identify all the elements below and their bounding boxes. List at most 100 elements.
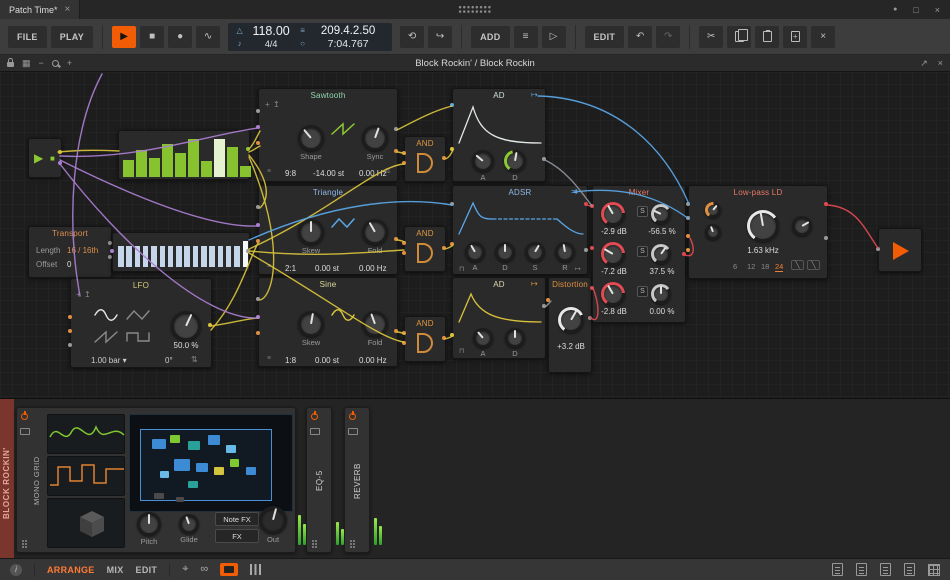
- value-field[interactable]: 1:8: [285, 356, 296, 366]
- cut-button[interactable]: ✂: [699, 26, 723, 48]
- redo-button[interactable]: ↷: [656, 26, 680, 48]
- automation-panel-icon[interactable]: [904, 563, 915, 576]
- step-bar[interactable]: [160, 246, 166, 267]
- module-gate-steps[interactable]: [112, 232, 250, 272]
- step-bar[interactable]: [243, 241, 249, 267]
- modulator-waveform-display-1[interactable]: [47, 414, 125, 454]
- knob[interactable]: [651, 244, 671, 264]
- port[interactable]: [682, 252, 686, 256]
- port[interactable]: [256, 331, 260, 335]
- note-fx-button[interactable]: Note FX: [215, 512, 259, 526]
- port[interactable]: [256, 205, 260, 209]
- knob[interactable]: [298, 125, 324, 151]
- knob[interactable]: [651, 204, 671, 224]
- step-bar[interactable]: [151, 246, 157, 267]
- value-field[interactable]: 0: [67, 260, 71, 270]
- port[interactable]: [394, 149, 398, 153]
- inspector-panel-icon[interactable]: [856, 563, 867, 576]
- port[interactable]: [58, 161, 62, 165]
- step-bar[interactable]: [162, 144, 173, 177]
- port[interactable]: [68, 315, 72, 319]
- port[interactable]: [686, 234, 690, 238]
- knob[interactable]: [362, 311, 388, 337]
- knob[interactable]: [298, 219, 324, 245]
- module-and-3[interactable]: AND: [404, 316, 446, 362]
- punch-in-button[interactable]: ↪: [428, 26, 452, 48]
- grid-canvas[interactable]: ▶■TransportLength16 / 16thOffset0LFO+↥50…: [0, 72, 950, 398]
- tab-arrange[interactable]: ARRANGE: [47, 565, 95, 575]
- port[interactable]: [402, 251, 406, 255]
- port[interactable]: [442, 336, 446, 340]
- port[interactable]: [590, 246, 594, 250]
- slope-option[interactable]: 24: [775, 262, 783, 272]
- knob[interactable]: [362, 125, 388, 151]
- step-bar[interactable]: [176, 246, 182, 267]
- knob[interactable]: [792, 216, 812, 236]
- value-field[interactable]: 0.00 Hz: [359, 356, 387, 366]
- port[interactable]: [450, 242, 454, 246]
- module-trigger-in[interactable]: ▶■: [28, 138, 62, 178]
- lfo-shape-tri-button[interactable]: [123, 305, 153, 325]
- value-field[interactable]: 0.00 st: [315, 264, 339, 274]
- step-bar[interactable]: [188, 139, 199, 177]
- knob[interactable]: [259, 506, 287, 534]
- loop-toggle-button[interactable]: ⟲: [400, 26, 424, 48]
- step-bar[interactable]: [149, 158, 160, 177]
- port[interactable]: [824, 236, 828, 240]
- value-field[interactable]: -2.8 dB: [593, 307, 635, 317]
- filter-mode-button[interactable]: ╲: [791, 260, 804, 270]
- knob[interactable]: [137, 512, 161, 536]
- mixer-view-icon[interactable]: [250, 564, 261, 575]
- step-bar[interactable]: [193, 246, 199, 267]
- song-position-value[interactable]: 209.4.2.50: [309, 25, 387, 37]
- file-menu-button[interactable]: FILE: [8, 26, 47, 48]
- add-menu-button[interactable]: ADD: [471, 26, 509, 48]
- value-field[interactable]: -14.00 st: [313, 169, 344, 179]
- port[interactable]: [824, 202, 828, 206]
- step-bar[interactable]: [123, 160, 134, 177]
- window-maximize-icon[interactable]: □: [913, 5, 918, 15]
- device-panel-icon[interactable]: [880, 563, 891, 576]
- port[interactable]: [256, 297, 260, 301]
- knob[interactable]: [298, 311, 324, 337]
- value-field[interactable]: 1.63 kHz: [741, 246, 785, 256]
- step-bar[interactable]: [218, 246, 224, 267]
- value-field[interactable]: 9:8: [285, 169, 296, 179]
- step-bar[interactable]: [135, 246, 141, 267]
- value-field[interactable]: +3.2 dB: [549, 342, 593, 352]
- step-bar[interactable]: [126, 246, 132, 267]
- port[interactable]: [542, 157, 546, 161]
- record-button[interactable]: ●: [168, 26, 192, 48]
- knob[interactable]: [555, 242, 575, 262]
- solo-button[interactable]: S: [637, 246, 648, 257]
- info-icon[interactable]: i: [10, 564, 22, 576]
- module-lfo[interactable]: LFO+↥50.0 %1.00 bar ▾0°⇅: [70, 278, 212, 368]
- link-views-icon[interactable]: ∞: [200, 564, 208, 575]
- step-bar[interactable]: [184, 246, 190, 267]
- port[interactable]: [208, 323, 212, 327]
- modulator-slot-display-3[interactable]: [47, 498, 125, 548]
- solo-button[interactable]: S: [637, 206, 648, 217]
- knob[interactable]: [601, 242, 625, 266]
- module-ad-1[interactable]: AD↦AD: [452, 88, 546, 182]
- port[interactable]: [246, 249, 250, 253]
- lfo-shape-sine-button[interactable]: [91, 305, 121, 325]
- slope-option[interactable]: 12: [747, 262, 755, 271]
- value-field[interactable]: 16 / 16th: [67, 246, 98, 256]
- module-triangle[interactable]: Triangle≡2:10.00 st0.00 HzSkewFold: [258, 185, 398, 275]
- module-sawtooth[interactable]: Sawtooth+↥≡⇅9:8-14.00 st0.00 HzShapeSync: [258, 88, 398, 182]
- knob[interactable]: [525, 242, 545, 262]
- port[interactable]: [876, 247, 880, 251]
- knob[interactable]: [179, 514, 199, 534]
- step-bar[interactable]: [136, 150, 147, 177]
- filter-mode-button[interactable]: ╲: [807, 260, 820, 270]
- device-enable-button[interactable]: [349, 413, 356, 420]
- detach-panel-icon[interactable]: ↗: [920, 58, 928, 69]
- step-bar[interactable]: [118, 246, 124, 267]
- automation-write-button[interactable]: ∿: [196, 26, 220, 48]
- stop-button[interactable]: ■: [140, 26, 164, 48]
- port[interactable]: [256, 239, 260, 243]
- port[interactable]: [402, 241, 406, 245]
- knob[interactable]: [558, 307, 584, 333]
- device-enable-button[interactable]: [311, 413, 318, 420]
